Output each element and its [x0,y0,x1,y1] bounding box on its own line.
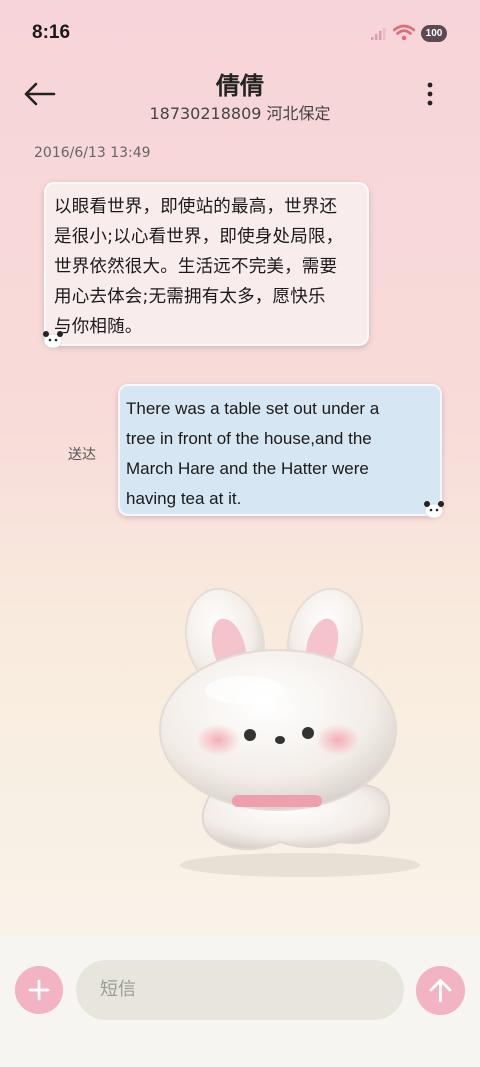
message-line: 用心去体会;无需拥有太多，愿快乐 [54,287,326,307]
panda-sticker-icon [43,331,63,348]
panda-sticker-icon [424,501,444,518]
wifi-icon [393,24,415,41]
more-options-button[interactable] [418,78,442,112]
status-bar: 8:16 100 [0,0,480,66]
message-line: having tea at it. [126,489,242,508]
message-line: 世界依然很大。生活远不完美，需要 [54,257,338,277]
more-vertical-icon [427,82,433,106]
send-button[interactable] [416,966,465,1015]
delivery-status: 送达 [68,447,96,463]
incoming-message-bubble[interactable]: 以眼看世界，即使站的最高，世界还 是很小;以心看世界，即使身处局限， 世界依然很… [44,182,369,346]
message-line: 与你相随。 [54,317,143,337]
message-line: 以眼看世界，即使站的最高，世界还 [54,197,338,217]
battery-icon: 100 [421,25,447,42]
message-line: March Hare and the Hatter were [126,459,369,478]
message-timestamp: 2016/6/13 13:49 [34,145,151,161]
message-line: There was a table set out under a [126,399,380,418]
message-input[interactable]: 短信 [76,960,404,1020]
add-attachment-button[interactable] [15,966,63,1014]
bunny-wallpaper-illustration [159,587,420,877]
outgoing-message-bubble[interactable]: There was a table set out under a tree i… [118,384,442,516]
signal-icon [371,28,386,40]
contact-name: 倩倩 [216,72,264,100]
message-line: 是很小;以心看世界，即使身处局限， [54,227,344,247]
contact-number-location: 18730218809 河北保定 [149,104,331,123]
status-time: 8:16 [32,22,71,43]
message-line: tree in front of the house,and the [126,429,372,448]
